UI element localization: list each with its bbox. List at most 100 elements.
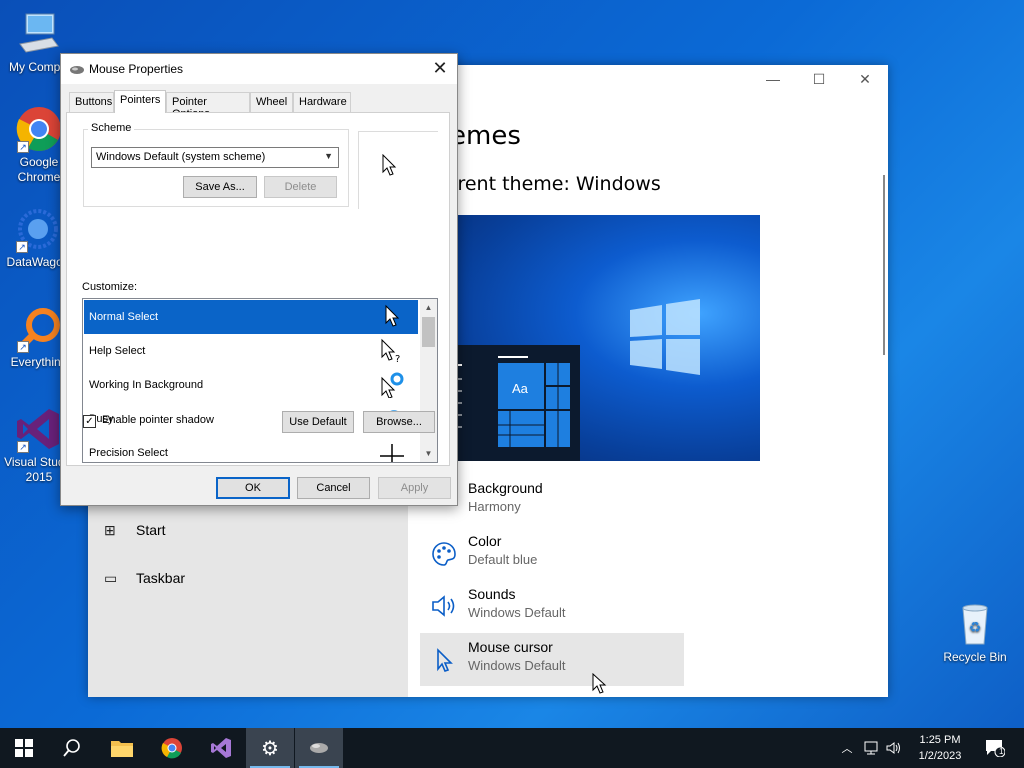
tab-wheel[interactable]: Wheel xyxy=(250,92,293,112)
use-default-button[interactable]: Use Default xyxy=(282,411,354,433)
mouse-icon xyxy=(310,743,328,753)
svg-text:?: ? xyxy=(395,354,400,364)
tab-pointer-options[interactable]: Pointer Options xyxy=(166,92,250,120)
tab-hardware[interactable]: Hardware xyxy=(293,92,351,112)
gear-icon: ⚙ xyxy=(261,737,279,760)
chevron-up-icon: ︿ xyxy=(841,743,853,755)
chevron-down-icon: ▼ xyxy=(324,151,333,161)
nav-item-start[interactable]: ⊞ Start xyxy=(104,515,166,545)
windows-logo-icon xyxy=(450,299,700,461)
taskbar: ⚙ ︿ 1:25 PM 1/2/2023 1 xyxy=(0,728,1024,768)
close-button[interactable]: ✕ xyxy=(842,71,888,91)
pointers-tab-page: Scheme Windows Default (system scheme) ▼… xyxy=(66,112,450,466)
enable-pointer-shadow-label: Enable pointer shadow xyxy=(102,414,214,426)
cursor-preview-box xyxy=(358,131,438,209)
recycle-bin-icon: ♻ xyxy=(951,600,999,648)
tab-pointers[interactable]: Pointers xyxy=(114,90,166,113)
clock-time: 1:25 PM xyxy=(919,734,961,746)
arrow-cursor-icon xyxy=(382,154,397,176)
page-title: emes xyxy=(450,121,521,151)
current-theme-heading: rrent theme: Windows xyxy=(450,173,661,195)
ok-button[interactable]: OK xyxy=(216,477,290,499)
svg-text:♻: ♻ xyxy=(969,620,982,636)
enable-pointer-shadow-checkbox[interactable]: ✓ xyxy=(83,415,96,428)
mouse-icon xyxy=(69,64,85,78)
mouse-properties-dialog: Mouse Properties ✕ Buttons Pointers Poin… xyxy=(60,53,458,506)
arrow-cursor-icon xyxy=(385,304,400,327)
chrome-icon xyxy=(161,738,182,759)
maximize-button[interactable]: ☐ xyxy=(796,71,842,91)
clock-date: 1/2/2023 xyxy=(918,750,962,762)
list-item-label: Working In Background xyxy=(89,379,204,391)
taskbar-mouse-properties[interactable] xyxy=(295,728,343,768)
search-icon xyxy=(63,739,80,757)
datawagon-icon: ↗ xyxy=(14,205,62,253)
desktop-icon-label: Recycle Bin xyxy=(943,650,1007,664)
theme-option-value: Windows Default xyxy=(468,605,566,620)
scroll-down-arrow-icon[interactable]: ▼ xyxy=(420,445,437,462)
list-scrollbar[interactable]: ▲ ▼ xyxy=(420,299,437,462)
shortcut-arrow-icon: ↗ xyxy=(17,341,29,353)
theme-option-value: Default blue xyxy=(468,552,538,567)
action-center-button[interactable]: 1 xyxy=(980,728,1010,768)
theme-option-sounds[interactable]: Sounds Windows Default xyxy=(420,580,684,633)
palette-icon xyxy=(430,541,458,573)
desktop-icon-recycle-bin[interactable]: ♻ Recycle Bin xyxy=(937,600,1013,665)
theme-preview: Aa xyxy=(450,215,760,461)
delete-button[interactable]: Delete xyxy=(264,176,337,198)
scrollbar[interactable] xyxy=(883,175,885,355)
theme-option-title: Mouse cursor xyxy=(468,639,553,655)
cancel-button[interactable]: Cancel xyxy=(297,477,370,499)
start-icon: ⊞ xyxy=(104,521,116,538)
taskbar-chrome[interactable] xyxy=(148,728,196,768)
shortcut-arrow-icon: ↗ xyxy=(16,241,28,253)
browse-button[interactable]: Browse... xyxy=(363,411,435,433)
network-icon[interactable] xyxy=(862,728,882,768)
list-item-label: Normal Select xyxy=(89,311,159,323)
minimize-button[interactable]: — xyxy=(750,71,796,91)
list-item[interactable]: Normal Select xyxy=(84,300,418,334)
show-hidden-icons-button[interactable]: ︿ xyxy=(838,728,856,768)
speaker-icon xyxy=(430,594,458,624)
customize-label: Customize: xyxy=(82,281,138,293)
close-button[interactable]: ✕ xyxy=(429,58,451,80)
windows-logo-icon xyxy=(15,739,33,757)
save-as-button[interactable]: Save As... xyxy=(183,176,257,198)
theme-option-title: Color xyxy=(468,533,502,549)
dialog-titlebar[interactable]: Mouse Properties ✕ xyxy=(61,54,457,84)
theme-option-value: Harmony xyxy=(468,499,521,514)
theme-option-title: Sounds xyxy=(468,586,516,602)
visual-studio-icon: ↗ xyxy=(15,405,63,453)
list-item-label: Help Select xyxy=(89,345,146,357)
cursor-list[interactable]: Normal Select Help Select ? Working In B… xyxy=(82,298,438,463)
nav-item-label: Taskbar xyxy=(136,570,186,586)
taskbar-file-explorer[interactable] xyxy=(98,728,146,768)
start-button[interactable] xyxy=(0,728,48,768)
tab-buttons[interactable]: Buttons xyxy=(69,92,114,112)
theme-option-title: Background xyxy=(468,480,543,496)
mouse-pointer-icon xyxy=(592,673,607,694)
theme-option-mouse-cursor[interactable]: Mouse cursor Windows Default xyxy=(420,633,684,686)
list-item[interactable]: Precision Select xyxy=(84,436,418,462)
scroll-thumb[interactable] xyxy=(422,317,435,347)
theme-option-value: Windows Default xyxy=(468,658,566,673)
nav-item-taskbar[interactable]: ▭ Taskbar xyxy=(104,563,185,593)
scroll-up-arrow-icon[interactable]: ▲ xyxy=(420,299,437,316)
scheme-label: Scheme xyxy=(88,122,135,134)
crosshair-cursor-icon xyxy=(380,444,404,462)
chrome-icon: ↗ xyxy=(15,105,63,153)
list-item[interactable]: Help Select ? xyxy=(84,334,418,368)
search-button[interactable] xyxy=(48,728,96,768)
taskbar-settings[interactable]: ⚙ xyxy=(246,728,294,768)
computer-icon xyxy=(14,10,62,58)
visual-studio-icon xyxy=(211,738,231,758)
apply-button[interactable]: Apply xyxy=(378,477,451,499)
clock[interactable]: 1:25 PM 1/2/2023 xyxy=(900,732,980,764)
theme-option-color[interactable]: Color Default blue xyxy=(420,527,684,580)
magnifier-icon: ↗ xyxy=(15,305,63,353)
taskbar-visual-studio[interactable] xyxy=(197,728,245,768)
list-item[interactable]: Working In Background xyxy=(84,368,418,402)
scheme-dropdown-value: Windows Default (system scheme) xyxy=(96,151,266,163)
theme-option-background[interactable]: Background Harmony xyxy=(420,474,684,527)
scheme-dropdown[interactable]: Windows Default (system scheme) ▼ xyxy=(91,147,339,168)
